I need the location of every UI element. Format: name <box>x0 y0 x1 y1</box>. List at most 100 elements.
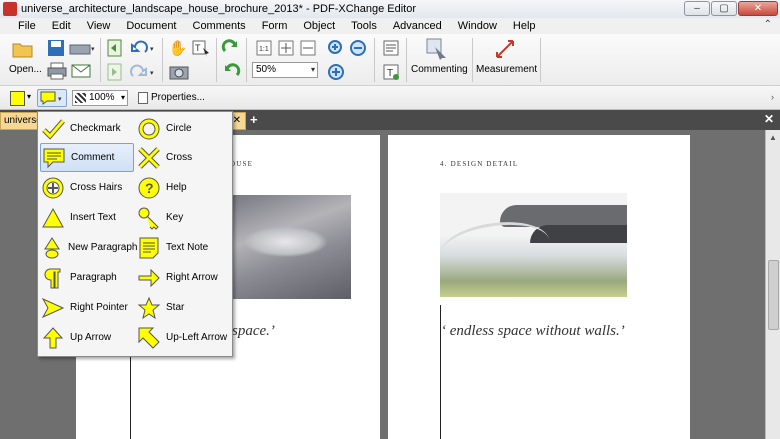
dropdown-item-comment[interactable]: Comment <box>40 143 134 172</box>
menu-advanced[interactable]: Advanced <box>385 20 450 32</box>
menu-document[interactable]: Document <box>118 20 184 32</box>
vertical-scrollbar[interactable]: ▲ <box>765 130 780 439</box>
menu-view[interactable]: View <box>79 20 119 32</box>
redo-button[interactable]: ▾ <box>128 62 158 82</box>
select-text-button[interactable]: T <box>190 38 212 58</box>
comment-icon-style-button[interactable]: ▾ <box>37 89 67 107</box>
title-bar: universe_architecture_landscape_house_br… <box>0 0 780 18</box>
zoom-level-combo[interactable]: 50% ▾ <box>252 62 318 78</box>
svg-text:1:1: 1:1 <box>259 46 269 53</box>
toolbar-separator <box>406 38 407 82</box>
printer-icon <box>47 62 67 80</box>
commenting-button[interactable] <box>424 36 450 62</box>
right-arrow-icon <box>138 268 160 287</box>
svg-text:▾: ▾ <box>91 46 95 53</box>
typewriter-button[interactable] <box>380 38 402 58</box>
fit-width-button[interactable] <box>298 38 318 58</box>
svg-text:?: ? <box>145 180 154 196</box>
fit-page-button[interactable] <box>276 38 296 58</box>
folder-icon <box>12 43 33 58</box>
measurement-button[interactable] <box>492 36 518 62</box>
toolbar-separator <box>374 38 375 82</box>
comment-icon <box>43 148 65 168</box>
menu-file[interactable]: File <box>10 20 44 32</box>
measurement-label: Measurement <box>476 64 538 75</box>
svg-text:▾: ▾ <box>58 96 62 103</box>
ribbon-toggle-icon[interactable]: ⌃ <box>764 19 772 30</box>
zoom-level-value: 50% <box>256 64 277 75</box>
next-view-button[interactable] <box>104 62 124 82</box>
add-text-button[interactable]: T <box>380 62 402 82</box>
dropdown-item-checkmark[interactable]: Checkmark <box>40 114 134 143</box>
key-icon <box>138 207 159 230</box>
camera-icon <box>169 66 189 80</box>
email-button[interactable] <box>70 60 92 82</box>
dropdown-item-cross-hairs[interactable]: Cross Hairs <box>40 173 134 202</box>
hand-icon: ✋ <box>168 40 188 57</box>
dropdown-item-cross[interactable]: Cross <box>136 143 230 172</box>
dropdown-item-right-arrow[interactable]: Right Arrow <box>136 263 230 292</box>
zoom-in-button[interactable] <box>326 62 346 82</box>
close-window-button[interactable]: ✕ <box>738 1 778 16</box>
close-tab-icon[interactable]: ✕ <box>233 113 241 129</box>
menu-window[interactable]: Window <box>450 20 505 32</box>
hand-tool-button[interactable]: ✋ <box>168 38 188 58</box>
dropdown-item-up-left-arrow[interactable]: Up-Left Arrow <box>136 323 230 352</box>
rotate-counterclockwise-icon <box>225 63 241 77</box>
properties-button[interactable]: Properties... <box>138 90 205 106</box>
rotate-cw-button[interactable] <box>220 38 242 58</box>
zoom-in-area-button[interactable] <box>326 38 346 58</box>
zoom-out-button[interactable] <box>348 38 368 58</box>
opacity-combo[interactable]: 100% ▾ <box>72 90 128 106</box>
close-document-icon[interactable]: ✕ <box>764 112 774 126</box>
toolbar-options-icon[interactable]: › <box>771 92 774 102</box>
undo-button[interactable]: ▾ <box>128 38 158 58</box>
right-page-heading: 4. DESIGN DETAIL <box>440 160 519 168</box>
dropdown-item-star[interactable]: Star <box>136 293 230 322</box>
save-button[interactable] <box>46 38 66 58</box>
svg-text:▾: ▾ <box>150 46 154 53</box>
dropdown-item-new-paragraph[interactable]: New Paragraph <box>40 233 137 262</box>
scrollbar-thumb[interactable] <box>768 260 779 330</box>
window-title: universe_architecture_landscape_house_br… <box>21 3 417 15</box>
left-page-photo <box>232 195 351 299</box>
properties-label: Properties... <box>151 92 205 103</box>
open-button[interactable] <box>10 38 36 60</box>
dropdown-item-up-arrow[interactable]: Up Arrow <box>40 323 134 352</box>
dropdown-item-circle[interactable]: Circle <box>136 114 230 143</box>
checkmark-icon <box>42 118 65 140</box>
actual-size-button[interactable]: 1:1 <box>254 38 274 58</box>
menu-comments[interactable]: Comments <box>185 20 254 32</box>
menu-help[interactable]: Help <box>505 20 544 32</box>
dropdown-item-help[interactable]: ? Help <box>136 173 230 202</box>
properties-icon <box>138 92 148 104</box>
measurement-icon <box>496 40 514 58</box>
opacity-value: 100% <box>89 92 115 103</box>
minimize-button[interactable]: – <box>684 1 710 16</box>
menu-object[interactable]: Object <box>295 20 343 32</box>
menu-tools[interactable]: Tools <box>343 20 385 32</box>
snapshot-button[interactable] <box>168 62 190 82</box>
dropdown-item-text-note[interactable]: Text Note <box>136 233 230 262</box>
rotate-ccw-button[interactable] <box>220 62 242 82</box>
dropdown-item-key[interactable]: Key <box>136 203 230 232</box>
dropdown-item-paragraph[interactable]: Paragraph <box>40 263 134 292</box>
chevron-down-icon: ▾ <box>310 65 315 74</box>
fill-color-swatch[interactable] <box>10 91 25 106</box>
dropdown-item-right-pointer[interactable]: Right Pointer <box>40 293 134 322</box>
chevron-down-icon: ▾ <box>120 93 125 102</box>
menu-form[interactable]: Form <box>254 20 296 32</box>
scan-button[interactable]: ▾ <box>68 38 96 58</box>
chevron-down-icon[interactable]: ▾ <box>27 92 31 101</box>
scanner-icon: ▾ <box>69 44 95 55</box>
toolbar-separator <box>100 38 101 82</box>
dropdown-item-insert-text[interactable]: Insert Text <box>40 203 134 232</box>
left-page-heading: OUSE <box>230 160 254 168</box>
prev-view-button[interactable] <box>104 38 124 58</box>
scroll-up-icon[interactable]: ▲ <box>769 133 777 142</box>
insert-text-icon <box>42 207 64 227</box>
print-button[interactable] <box>46 60 68 82</box>
new-tab-icon[interactable]: + <box>250 112 258 127</box>
menu-edit[interactable]: Edit <box>44 20 79 32</box>
maximize-button[interactable]: ▢ <box>711 1 737 16</box>
